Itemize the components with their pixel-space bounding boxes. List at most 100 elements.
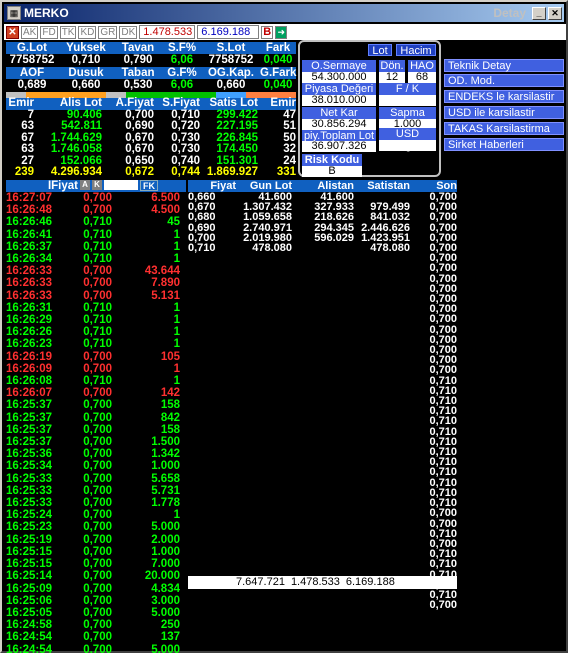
trade-row[interactable]: 16:26:26 0,710 1 [6,326,186,338]
trade-cell: 0,700 [83,399,112,412]
trade-cell: 16:25:15 [6,545,53,558]
book-cell [188,457,236,467]
book-cell [236,284,292,294]
hacim-button[interactable]: Hacim [396,44,436,57]
trade-row[interactable]: 16:25:05 0,700 5.000 [6,607,186,619]
trade-row[interactable]: 16:25:37 0,700 842 [6,412,186,424]
trade-row[interactable]: 16:26:08 0,710 1 [6,375,186,387]
trade-row[interactable]: 16:24:54 0,700 5.000 [6,644,186,653]
trade-row[interactable]: 16:25:33 0,700 5.731 [6,485,186,497]
trade-row[interactable]: 16:26:34 0,710 1 [6,253,186,265]
col-header[interactable]: Satistan [354,180,410,192]
filter-input[interactable] [104,180,138,190]
trade-row[interactable]: 16:25:15 0,700 7.000 [6,558,186,570]
osermaye-value: 54.300.000 [302,72,376,83]
book-cell [236,274,292,284]
trade-row[interactable]: 16:26:33 0,700 7.890 [6,277,186,289]
toolbar-btn-fd[interactable]: FD [40,25,58,39]
trade-cell: 16:26:31 [6,301,53,314]
trade-row[interactable]: 16:26:23 0,710 1 [6,338,186,350]
toolbar-btn-dk[interactable]: DK [119,25,138,39]
trade-row[interactable]: 16:27:07 0,700 6.500 [6,192,186,204]
trade-row[interactable]: 16:25:19 0,700 2.000 [6,534,186,546]
trade-cell: 16:25:33 [6,484,53,497]
trade-row[interactable]: 16:25:36 0,700 1.342 [6,448,186,460]
trade-row[interactable]: 16:26:33 0,700 5.131 [6,290,186,302]
trade-row[interactable]: 16:25:37 0,700 158 [6,424,186,436]
col-header: Alis Lot [34,97,102,110]
trade-row[interactable]: 16:25:23 0,700 5.000 [6,521,186,533]
trade-row[interactable]: 16:26:19 0,700 105 [6,351,186,363]
arrow-right-icon[interactable]: ➜ [275,25,288,39]
book-row: 0,710 [188,487,457,498]
trade-cell: 16:26:34 [6,253,53,266]
book-row: 0,700 [188,600,457,611]
trade-row[interactable]: 16:24:54 0,700 137 [6,631,186,643]
trade-row[interactable]: 16:26:46 0,710 45 [6,216,186,228]
trade-row[interactable]: 16:25:24 0,700 1 [6,509,186,521]
trade-cell: 137 [160,631,180,644]
book-cell [354,365,410,375]
title-bar[interactable]: ▦ MERKO Detay _ ✕ [4,4,564,22]
trade-row[interactable]: 16:26:33 0,700 43.644 [6,265,186,277]
toolbar-btn-tk[interactable]: TK [59,25,77,39]
book-cell [188,274,236,284]
trade-row[interactable]: 16:25:34 0,700 1.000 [6,460,186,472]
lot-button[interactable]: Lot [368,44,392,57]
book-cell [188,365,236,375]
book-cell [354,457,410,467]
trade-cell: 0,700 [83,192,112,204]
trade-row[interactable]: 16:25:15 0,700 1.000 [6,546,186,558]
book-row: 0,710 [188,375,457,386]
book-cell [354,314,410,324]
book-cell [236,498,292,508]
nav-takas[interactable]: TAKAS Karsilastirma [444,122,564,135]
b-button[interactable]: B [261,25,274,39]
book-cell [354,416,410,426]
book-cell [236,508,292,518]
trade-row[interactable]: 16:26:07 0,700 142 [6,387,186,399]
nav-od-mod[interactable]: OD. Mod. [444,74,564,87]
nav-endeks[interactable]: ENDEKS le karsilastir [444,90,564,103]
minimize-icon[interactable]: _ [532,6,546,20]
col-header: S.Fiyat [154,97,200,110]
trade-cell: 0,710 [83,301,112,314]
close-x-icon[interactable]: ✕ [6,25,19,39]
trade-row[interactable]: 16:26:09 0,700 1 [6,363,186,375]
sort-k-button[interactable]: K [92,180,102,190]
book-cell [292,243,354,253]
trade-row[interactable]: 16:24:58 0,700 250 [6,619,186,631]
trade-row[interactable]: 16:26:41 0,710 1 [6,229,186,241]
trade-row[interactable]: 16:25:33 0,700 1.778 [6,497,186,509]
book-cell [188,447,236,457]
trade-row[interactable]: 16:25:37 0,700 1.500 [6,436,186,448]
toolbar-btn-gr[interactable]: GR [98,25,118,39]
trade-row[interactable]: 16:26:37 0,710 1 [6,241,186,253]
trade-cell: 0,700 [83,265,112,278]
trade-cell: 16:25:05 [6,606,53,619]
trade-row[interactable]: 16:25:37 0,700 158 [6,399,186,411]
trade-row[interactable]: 16:25:06 0,700 3.000 [6,595,186,607]
fk-button[interactable]: FK [140,180,158,191]
trade-row[interactable]: 16:26:31 0,710 1 [6,302,186,314]
toolbar-btn-ak[interactable]: AK [21,25,39,39]
trade-cell: 1 [173,240,180,253]
trade-row[interactable]: 16:25:14 0,700 20.000 [6,570,186,582]
book-cell [292,590,354,600]
trade-row[interactable]: 16:26:48 0,700 4.500 [6,204,186,216]
nav-teknik-detay[interactable]: Teknik Detay [444,59,564,72]
close-icon[interactable]: ✕ [548,6,562,20]
nav-usd[interactable]: USD ile karsilastir [444,106,564,119]
trade-row[interactable]: 16:26:29 0,710 1 [6,314,186,326]
trade-row[interactable]: 16:25:09 0,700 4.834 [6,583,186,595]
book-cell [188,355,236,365]
sort-a-button[interactable]: A [80,180,90,190]
toolbar-btn-kd[interactable]: KD [78,25,97,39]
trade-row[interactable]: 16:25:33 0,700 5.658 [6,473,186,485]
book-cell: 0,710 [188,242,216,255]
nav-haberler[interactable]: Sirket Haberleri [444,138,564,151]
book-cell [292,406,354,416]
book-cell [292,488,354,498]
book-cell [236,386,292,396]
trade-cell: 16:26:37 [6,240,53,253]
